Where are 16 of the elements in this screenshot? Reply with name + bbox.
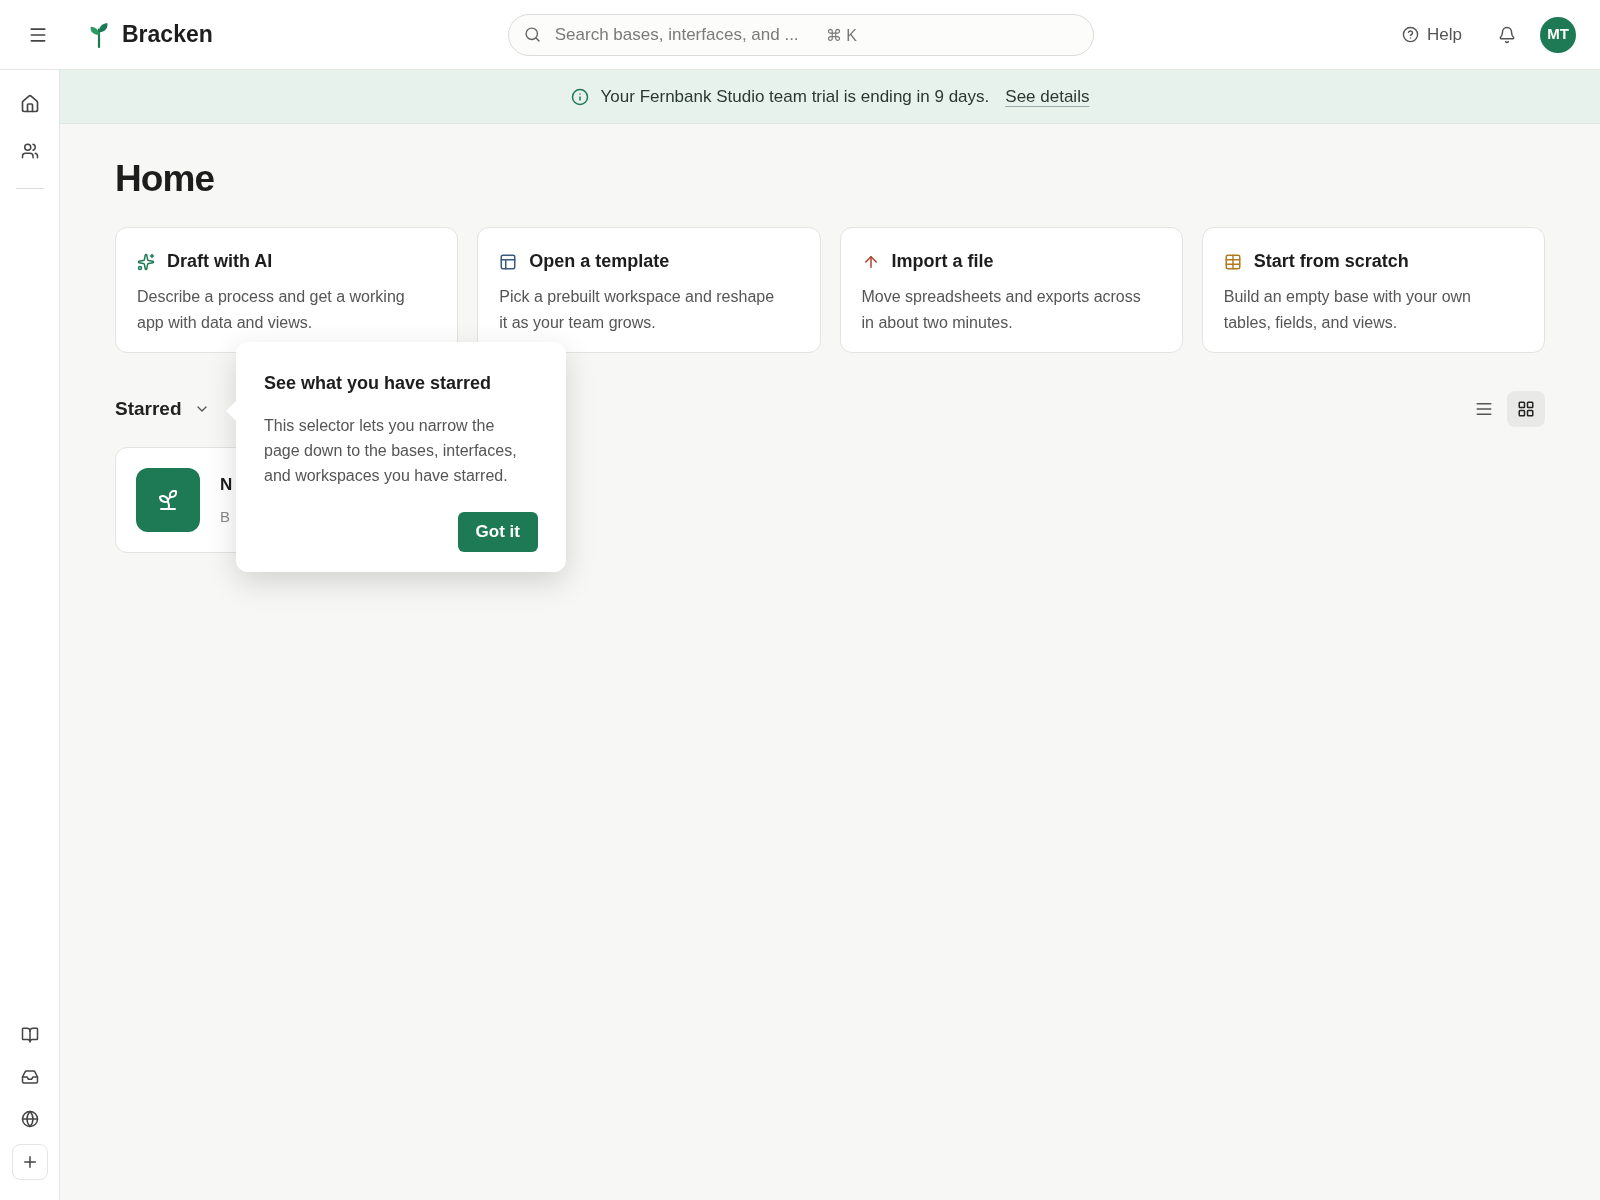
- card-title: Import a file: [891, 250, 994, 273]
- card-description: Build an empty base with your own tables, fields, and views.: [1223, 287, 1472, 333]
- card-title: Draft with AI: [167, 250, 273, 273]
- banner-text: Your Fernbank Studio team trial is ending in 9 days.: [600, 85, 990, 108]
- card-description: Move spreadsheets and exports across in about two minutes.: [861, 287, 1142, 333]
- base-subtitle: B: [220, 506, 231, 527]
- card-description: Pick a prebuilt workspace and reshape it as your team grows.: [499, 287, 776, 333]
- popover-title: See what you have starred: [264, 372, 493, 395]
- page-title: Home: [115, 160, 216, 197]
- shortcut-hint: ⌘ K: [825, 25, 857, 46]
- popover-body: This selector lets you narrow the page down to the bases, interfaces, and workspaces you have starred.: [264, 416, 518, 486]
- card-description: Describe a process and get a working app with data and views.: [137, 287, 406, 333]
- base-name: N: [220, 474, 233, 496]
- card-title: Open a template: [529, 250, 670, 273]
- card-title: Start from scratch: [1253, 250, 1409, 273]
- brand-name: Bracken: [122, 20, 213, 50]
